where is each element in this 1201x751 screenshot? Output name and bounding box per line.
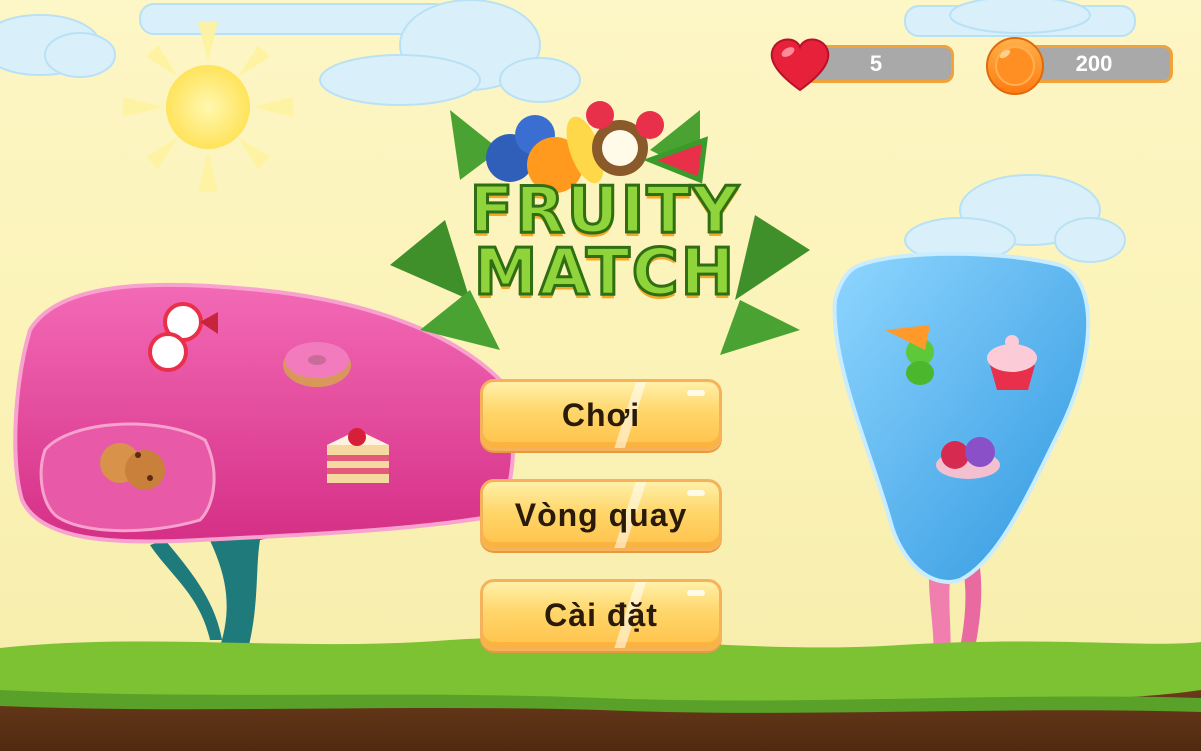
game-main-menu: FRUITY MATCH 5 200 Chơi Vòng quay Cài đặ… xyxy=(0,0,1201,751)
logo-title-line2: MATCH xyxy=(472,236,737,310)
logo-title-line1: FRUITY xyxy=(468,174,741,248)
lives-counter: 5 xyxy=(768,38,954,92)
play-button-label: Chơi xyxy=(561,396,641,433)
lives-value: 5 xyxy=(869,51,883,76)
blue-jelly-tree xyxy=(832,251,1091,680)
coins-value: 200 xyxy=(1075,51,1113,76)
cloud xyxy=(0,14,116,78)
coin-icon xyxy=(986,37,1044,95)
cloud xyxy=(904,174,1126,263)
sun xyxy=(123,22,293,192)
ground xyxy=(0,637,1201,751)
settings-button-label: Cài đặt xyxy=(544,596,658,633)
game-logo: FRUITY MATCH xyxy=(440,174,770,310)
pink-candy-tree xyxy=(13,282,516,660)
lucky-spin-button[interactable]: Vòng quay xyxy=(480,479,722,551)
lucky-spin-button-label: Vòng quay xyxy=(514,496,688,533)
play-button[interactable]: Chơi xyxy=(480,379,722,451)
heart-icon xyxy=(770,38,830,92)
donut xyxy=(283,342,351,387)
cloud xyxy=(904,0,1136,37)
settings-button[interactable]: Cài đặt xyxy=(480,579,722,651)
coins-counter: 200 xyxy=(985,37,1173,95)
